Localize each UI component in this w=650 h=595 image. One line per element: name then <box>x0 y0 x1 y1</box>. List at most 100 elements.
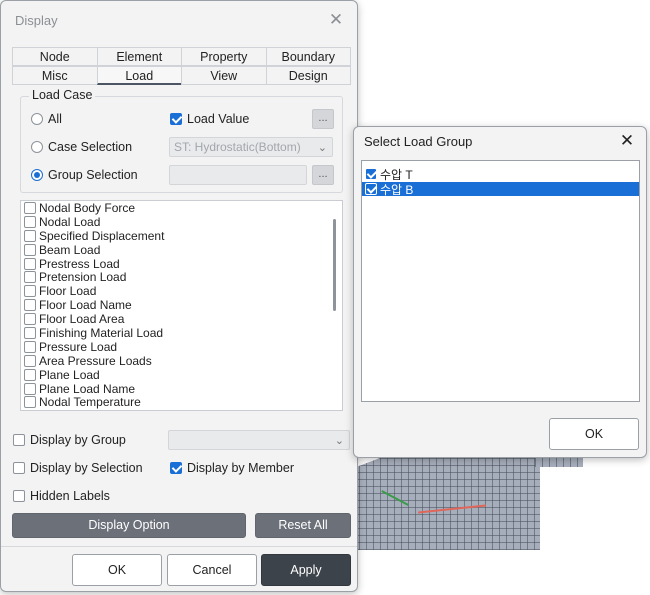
list-item[interactable]: Area Pressure Loads <box>21 354 342 368</box>
list-item[interactable]: Beam Load <box>21 243 342 257</box>
list-item-label: Nodal Load <box>39 214 101 229</box>
checkbox-checked-icon <box>365 168 377 180</box>
tab-load[interactable]: Load <box>96 66 182 85</box>
tab-property[interactable]: Property <box>181 47 267 66</box>
tab-boundary[interactable]: Boundary <box>265 47 351 66</box>
list-item[interactable]: Specified Displacement <box>21 229 342 243</box>
load-group-label: 수압 B <box>380 182 414 197</box>
list-item[interactable]: Plane Load <box>21 368 342 382</box>
load-items-list[interactable]: Nodal Body Force Nodal Load Specified Di… <box>20 200 343 411</box>
display-by-selection-checkbox[interactable]: Display by Selection <box>13 461 143 475</box>
display-by-group-checkbox[interactable]: Display by Group <box>13 433 126 447</box>
hidden-labels-label: Hidden Labels <box>30 489 110 503</box>
list-item-label: Nodal Temperature <box>39 395 141 410</box>
list-item-label: Floor Load Area <box>39 312 125 327</box>
group-selection-browse-button[interactable]: ... <box>312 165 334 185</box>
list-item[interactable]: Nodal Body Force <box>21 201 342 215</box>
list-item[interactable]: Plane Load Name <box>21 382 342 396</box>
load-group-list[interactable]: 수압 T 수압 B <box>361 160 640 402</box>
load-value-label: Load Value <box>187 112 250 126</box>
checkbox-icon <box>24 368 36 381</box>
load-case-label: Load Case <box>29 88 96 102</box>
display-by-member-checkbox[interactable]: Display by Member <box>170 461 294 475</box>
mesh-surface <box>345 445 540 550</box>
checkbox-icon <box>24 215 36 228</box>
radio-group-selection[interactable]: Group Selection <box>31 168 138 182</box>
list-item[interactable]: Nodal Temperature <box>21 395 342 409</box>
display-by-group-combo[interactable]: ⌄ <box>168 430 350 450</box>
list-item[interactable]: Prestress Load <box>21 257 342 271</box>
checkbox-icon <box>24 229 36 242</box>
list-item-label: Area Pressure Loads <box>39 353 152 368</box>
list-item-label: Floor Load <box>39 284 97 299</box>
cancel-button[interactable]: Cancel <box>167 554 257 586</box>
radio-all[interactable]: All <box>31 112 62 126</box>
list-item-label: Pretension Load <box>39 270 127 285</box>
display-titlebar[interactable]: Display ✕ <box>1 1 357 39</box>
case-selection-combo[interactable]: ST: Hydrostatic(Bottom) ⌄ <box>169 137 333 157</box>
checkbox-icon <box>13 490 25 502</box>
checkbox-icon <box>24 271 36 284</box>
list-item[interactable]: 수압 T <box>362 167 639 182</box>
tab-design[interactable]: Design <box>265 66 351 85</box>
tab-strip: Node Element Property Boundary Misc Load… <box>12 47 351 85</box>
reset-all-button[interactable]: Reset All <box>255 513 351 538</box>
radio-button-selected-icon <box>31 169 43 181</box>
display-title: Display <box>15 12 58 28</box>
display-by-member-label: Display by Member <box>187 461 294 475</box>
load-group-titlebar[interactable]: Select Load Group ✕ <box>354 127 646 155</box>
checkbox-checked-icon <box>170 462 182 474</box>
tab-element[interactable]: Element <box>96 47 182 66</box>
list-item-label: Finishing Material Load <box>39 325 164 340</box>
checkbox-icon <box>24 326 36 339</box>
footer-divider <box>1 546 357 547</box>
list-item[interactable]: Floor Load Name <box>21 298 342 312</box>
checkbox-icon <box>24 313 36 326</box>
radio-case-selection[interactable]: Case Selection <box>31 140 132 154</box>
radio-button-icon <box>31 141 43 153</box>
display-by-group-label: Display by Group <box>30 433 126 447</box>
radio-all-label: All <box>48 112 62 126</box>
radio-button-icon <box>31 113 43 125</box>
load-value-checkbox[interactable]: Load Value <box>170 112 249 126</box>
list-item[interactable]: Nodal Load <box>21 215 342 229</box>
list-item-label: Floor Load Name <box>39 298 132 313</box>
list-item-selected[interactable]: 수압 B <box>362 182 639 197</box>
list-item[interactable]: Floor Load <box>21 284 342 298</box>
checkbox-icon <box>24 382 36 395</box>
checkbox-icon <box>24 285 36 298</box>
list-item[interactable]: Floor Load Area <box>21 312 342 326</box>
case-selection-value: ST: Hydrostatic(Bottom) <box>174 140 301 154</box>
list-item-label: Specified Displacement <box>39 228 165 243</box>
checkbox-icon <box>24 354 36 367</box>
close-icon[interactable]: ✕ <box>327 10 345 30</box>
list-item[interactable]: Pretension Load <box>21 270 342 284</box>
checkbox-icon <box>24 201 36 214</box>
ok-button[interactable]: OK <box>72 554 162 586</box>
load-group-title: Select Load Group <box>364 133 473 149</box>
apply-button[interactable]: Apply <box>261 554 351 586</box>
display-by-selection-label: Display by Selection <box>30 461 143 475</box>
chevron-down-icon: ⌄ <box>334 435 344 447</box>
group-selection-field[interactable] <box>169 165 307 185</box>
list-item-label: Pressure Load <box>39 339 118 354</box>
list-scrollbar[interactable] <box>333 219 336 311</box>
load-group-ok-button[interactable]: OK <box>549 418 639 450</box>
list-item[interactable]: Finishing Material Load <box>21 326 342 340</box>
checkbox-checked-icon <box>365 183 377 195</box>
close-icon[interactable]: ✕ <box>618 131 636 151</box>
tab-node[interactable]: Node <box>12 47 98 66</box>
checkbox-icon <box>24 257 36 270</box>
checkbox-icon <box>24 243 36 256</box>
list-item-label: Beam Load <box>39 242 101 257</box>
tab-misc[interactable]: Misc <box>12 66 98 85</box>
checkbox-icon <box>24 299 36 312</box>
case-selection-label: Case Selection <box>48 140 133 154</box>
tab-view[interactable]: View <box>181 66 267 85</box>
load-value-options-button[interactable]: ... <box>312 109 334 129</box>
checkbox-icon <box>13 462 25 474</box>
display-option-button[interactable]: Display Option <box>12 513 246 538</box>
hidden-labels-checkbox[interactable]: Hidden Labels <box>13 489 110 503</box>
list-item[interactable]: Pressure Load <box>21 340 342 354</box>
chevron-down-icon: ⌄ <box>317 142 327 154</box>
